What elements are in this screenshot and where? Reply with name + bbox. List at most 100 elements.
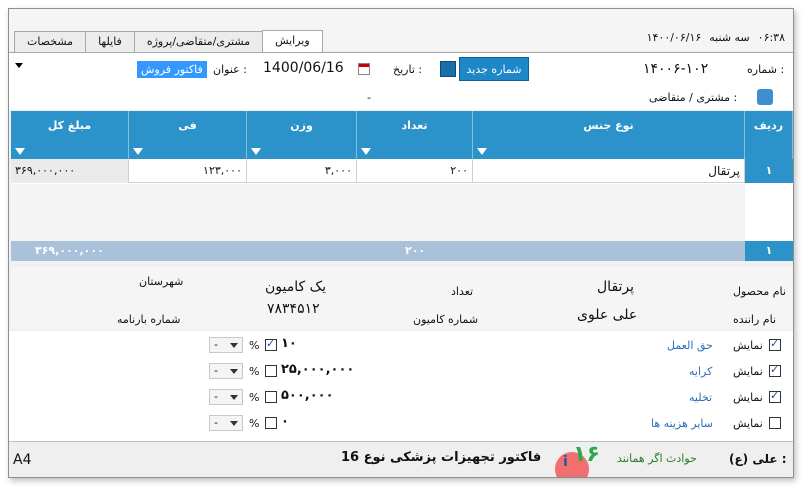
clock-time: ۰۶:۳۸ (757, 31, 785, 44)
invoice-header-form: شماره : ۱۴۰۰۶-۱۰۲ شماره جدید تاریخ : 140… (9, 52, 793, 110)
truck-no-value[interactable]: ۷۸۳۴۵۱۲ (267, 301, 320, 317)
cost-amount[interactable]: ۰ (281, 414, 289, 429)
show-label: نمایش (733, 391, 763, 404)
filter-icon[interactable] (15, 148, 25, 155)
cell-qty[interactable]: ۲۰۰ (357, 159, 473, 183)
status-bar: علی (ع) : حوادث اگر همانند ۱۶ i فاکتور ت… (9, 441, 793, 477)
footer-total: ۳۶۹,۰۰۰,۰۰۰ (35, 244, 104, 257)
title-select[interactable]: فاکتور فروش (137, 61, 207, 78)
cost-amount[interactable]: ۱۰ (281, 336, 297, 351)
count-label: تعداد (451, 285, 474, 298)
col-weight[interactable]: وزن (247, 111, 357, 159)
col-item[interactable]: نوع جنس (473, 111, 745, 159)
percent-checkbox[interactable] (265, 337, 277, 351)
title-label: عنوان : (213, 63, 247, 76)
cell-weight[interactable]: ۳,۰۰۰ (247, 159, 357, 183)
show-checkbox[interactable] (769, 337, 781, 351)
cell-price[interactable]: ۱۲۳,۰۰۰ (129, 159, 247, 183)
percent-symbol: % (249, 339, 260, 352)
customer-label: مشتری / متقاضی : (649, 91, 738, 104)
footer-index: ۱ (745, 241, 793, 261)
table-row[interactable]: پرتقال ۲۰۰ ۳,۰۰۰ ۱۲۳,۰۰۰ ۳۶۹,۰۰۰,۰۰۰ (11, 159, 745, 183)
cell-item[interactable]: پرتقال (473, 159, 745, 183)
cost-dropdown[interactable]: - (209, 363, 243, 379)
items-grid: ردیف نوع جنس تعداد وزن فی مبلغ کل ۱ پرتق… (11, 111, 793, 261)
chevron-down-icon (230, 421, 238, 426)
show-label: نمایش (733, 339, 763, 352)
tab-files[interactable]: فایلها (85, 31, 135, 52)
cost-dropdown[interactable]: - (209, 415, 243, 431)
product-value[interactable]: پرتقال (597, 279, 634, 295)
tab-bar: ویرایش مشتری/متقاضی/پروژه فایلها مشخصات (14, 30, 323, 53)
truck-no-label: شماره کامیون (413, 313, 479, 326)
percent-symbol: % (249, 391, 260, 404)
driver-value[interactable]: علی علوی (577, 307, 637, 323)
product-label: نام محصول (733, 285, 786, 298)
customer-icon[interactable] (757, 89, 773, 105)
filter-icon[interactable] (133, 148, 143, 155)
cost-dropdown[interactable]: - (209, 337, 243, 353)
tab-customer-project[interactable]: مشتری/متقاضی/پروژه (133, 31, 264, 52)
status-note: حوادث اگر همانند (617, 452, 697, 465)
top-strip: ۰۶:۳۸ سه شنبه ۱۴۰۰/۰۶/۱۶ ویرایش مشتری/مت… (9, 9, 793, 53)
col-total[interactable]: مبلغ کل (11, 111, 129, 159)
chevron-down-icon (230, 369, 238, 374)
show-checkbox[interactable] (769, 389, 781, 403)
show-label: نمایش (733, 365, 763, 378)
cell-total: ۳۶۹,۰۰۰,۰۰۰ (11, 159, 129, 183)
show-label: نمایش (733, 417, 763, 430)
tab-specs[interactable]: مشخصات (14, 31, 87, 52)
app-logo: ۱۶ i (549, 442, 600, 477)
number-label: شماره : (747, 63, 785, 76)
paper-size[interactable]: A4 (13, 452, 31, 468)
footer-qty: ۲۰۰ (405, 244, 426, 257)
cost-name[interactable]: حق العمل (667, 339, 713, 352)
show-checkbox[interactable] (769, 363, 781, 377)
percent-checkbox[interactable] (265, 391, 277, 403)
date-label: تاریخ : (393, 63, 423, 76)
invoice-window: ۰۶:۳۸ سه شنبه ۱۴۰۰/۰۶/۱۶ ویرایش مشتری/مت… (8, 8, 794, 478)
shipment-detail: نام محصول پرتقال تعداد یک کامیون شهرستان… (11, 267, 793, 329)
cost-dropdown[interactable]: - (209, 389, 243, 405)
calendar-icon[interactable] (358, 63, 370, 75)
col-index[interactable]: ردیف (745, 111, 793, 159)
filter-icon[interactable] (477, 148, 487, 155)
clock-weekday: سه شنبه (709, 31, 750, 44)
cost-row: نمایش کرایه ۲۵,۰۰۰,۰۰۰ % - (9, 359, 793, 383)
date-field[interactable]: 1400/06/16 (259, 58, 348, 78)
percent-symbol: % (249, 365, 260, 378)
show-checkbox[interactable] (769, 417, 781, 429)
percent-checkbox[interactable] (265, 365, 277, 377)
cost-name[interactable]: سایر هزینه ها (651, 417, 713, 430)
count-value[interactable]: یک کامیون (265, 279, 326, 295)
number-field[interactable]: ۱۴۰۰۶-۱۰۲ (639, 59, 713, 79)
tab-edit[interactable]: ویرایش (262, 30, 323, 52)
driver-label: نام راننده (733, 313, 777, 326)
row-index[interactable]: ۱ (745, 159, 793, 183)
cost-row: نمایش تخلیه ۵۰۰,۰۰۰ % - (9, 385, 793, 409)
col-price[interactable]: فی (129, 111, 247, 159)
filter-icon[interactable] (251, 148, 261, 155)
cost-amount[interactable]: ۵۰۰,۰۰۰ (281, 388, 334, 403)
percent-checkbox[interactable] (265, 417, 277, 429)
title-dropdown-icon[interactable] (15, 63, 23, 68)
grid-empty-area (11, 184, 745, 241)
status-user: علی (ع) : (729, 452, 787, 466)
new-number-button[interactable]: شماره جدید (440, 57, 529, 81)
filter-icon[interactable] (361, 148, 371, 155)
col-qty[interactable]: تعداد (357, 111, 473, 159)
chevron-down-icon (230, 343, 238, 348)
cost-name[interactable]: کرایه (689, 365, 712, 378)
waybill-label: شماره بارنامه (117, 313, 181, 326)
clock-date: ۱۴۰۰/۰۶/۱۶ (646, 31, 702, 44)
cost-name[interactable]: تخلیه (689, 391, 712, 404)
cost-amount[interactable]: ۲۵,۰۰۰,۰۰۰ (281, 362, 354, 377)
cost-row: نمایش سایر هزینه ها ۰ % - (9, 411, 793, 435)
city-label: شهرستان (139, 275, 184, 288)
customer-value: - (367, 91, 371, 104)
app-title: فاکتور تجهیزات پزشکی نوع 16 (341, 450, 542, 465)
clock: ۰۶:۳۸ سه شنبه ۱۴۰۰/۰۶/۱۶ (647, 31, 785, 44)
costs-panel: نمایش حق العمل ۱۰ % - نمایش کرایه ۲۵,۰۰۰… (9, 331, 793, 441)
grid-footer: ۲۰۰ ۳۶۹,۰۰۰,۰۰۰ (11, 241, 745, 261)
new-number-icon (440, 61, 456, 77)
